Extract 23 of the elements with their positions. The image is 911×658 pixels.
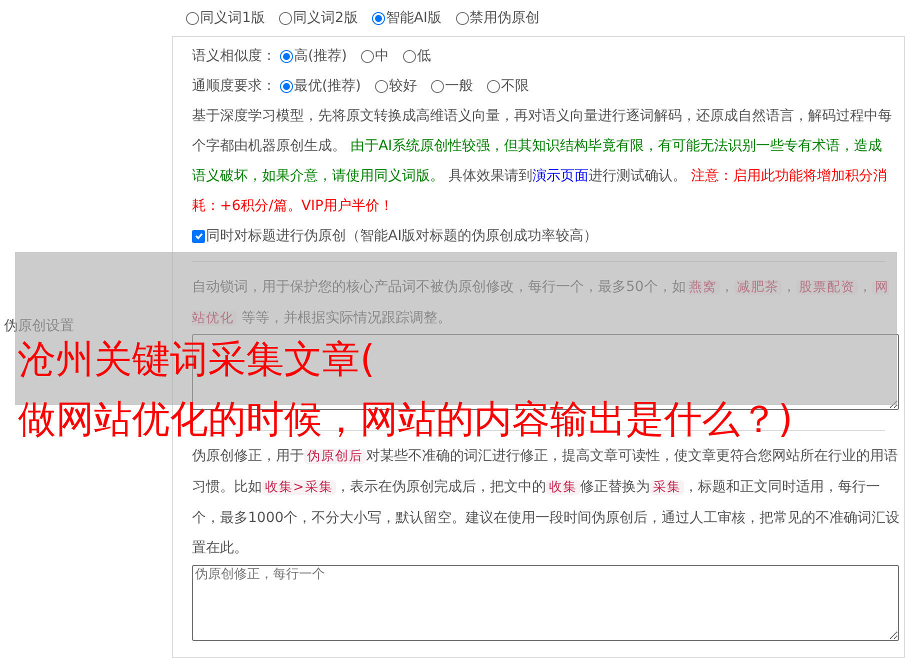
radio-option[interactable]: 低: [402, 41, 431, 71]
radio-option[interactable]: 同义词2版: [278, 8, 358, 28]
checkbox-option[interactable]: 同时对标题进行伪原创（智能AI版对标题的伪原创成功率较高）: [192, 221, 885, 251]
section-label: 伪原创设置: [4, 316, 74, 336]
description-text: 基于深度学习模型，先将原文转换成高维语义向量，再对语义向量进行逐词解码，还原成自然语言，解码过程中每个字都由机器原创生成。 由于AI系统原创性较强，但其知识结构毕竟有限，有可能无法识别一些专有术语，造成语义破坏，如果介意，请使用同义词版。 具体效果请到演示页面进行测试确认。 注意：启用此功能将增加积分消耗：+6积分/篇。VIP用户半价！: [192, 107, 892, 216]
description-text: 伪原创修正，用于 伪原创后 对某些不准确的词汇进行修正，提高文章可读性，使文章更符合您网站所在行业的用语习惯。比如 收集>采集 ，表示在伪原创完成后，把文中的 收集 修正替换为 采集 ，标题和正文同时适用，每行一个，最多1000个，不分大小写，默认留空。建议在使用一段时间伪原创后，通过人工审核，把常见的不准确词汇设置在此。: [192, 447, 901, 558]
radio-option[interactable]: 禁用伪原创: [456, 8, 540, 28]
radio-option[interactable]: 同义词1版: [186, 8, 265, 28]
field-label: 通顺度要求：: [192, 77, 276, 96]
radio-option[interactable]: 不限: [486, 71, 529, 101]
checkmark-icon: [194, 231, 204, 241]
radio-option[interactable]: 高(推荐): [280, 41, 347, 71]
banner-title: 沧州关键词采集文章(: [18, 338, 375, 380]
radio-option[interactable]: 中: [360, 41, 389, 71]
radio-option[interactable]: 较好: [374, 71, 417, 101]
radio-option[interactable]: 智能AI版: [372, 8, 442, 28]
corrections-field[interactable]: 伪原创修正，每行一个: [192, 565, 899, 641]
field-label: 语义相似度：: [192, 47, 276, 66]
banner-title: 做网站优化的时候，网站的内容输出是什么？): [18, 398, 793, 440]
description-text: 自动锁词，用于保护您的核心产品词不被伪原创修改，每行一个，最多50个，如 燕窝 ， 减肥茶 ， 股票配资 ， 网站优化 等等，并根据实际情况跟踪调整。: [192, 278, 890, 328]
demo-page-link[interactable]: 演示页面: [532, 168, 588, 184]
radio-option[interactable]: 一般: [430, 71, 473, 101]
radio-option[interactable]: 最优(推荐): [280, 71, 361, 101]
